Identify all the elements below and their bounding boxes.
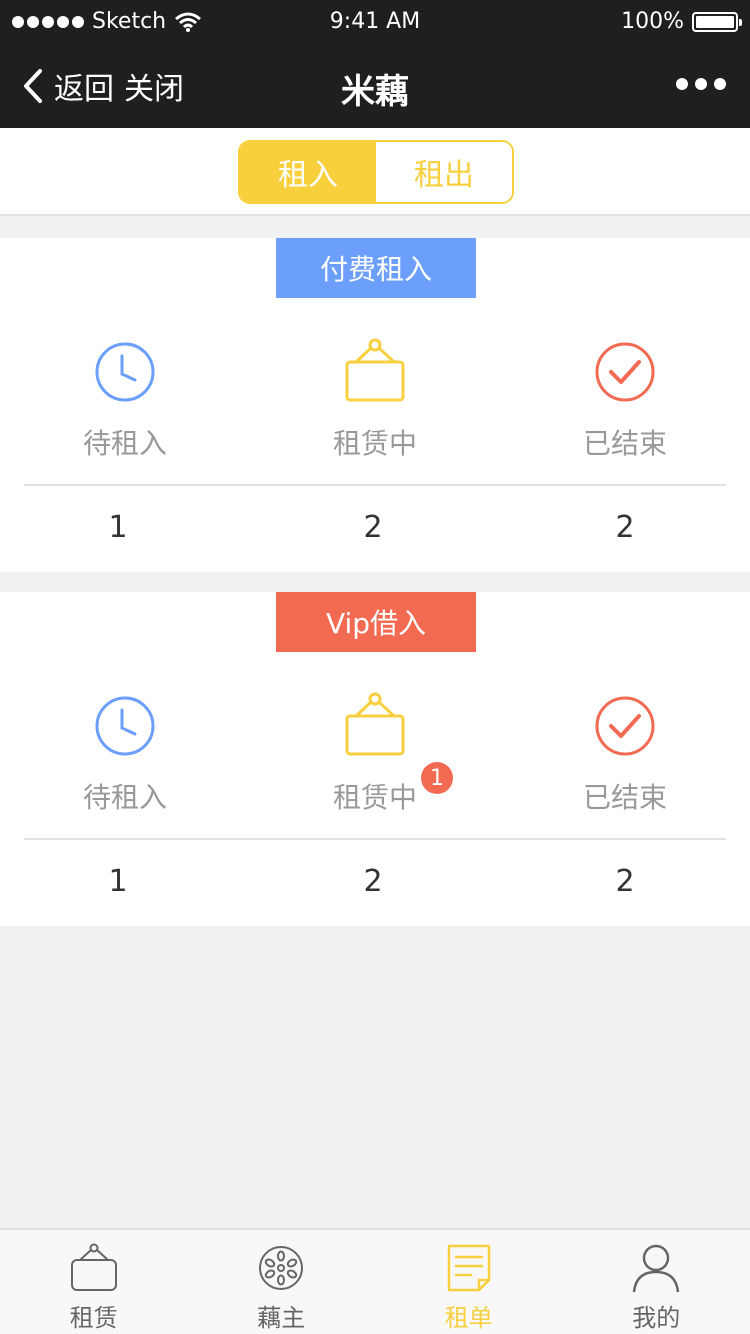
tab-bar: 租赁 藕主 租单 我的 <box>0 1228 750 1334</box>
switch-bar: 租入 租出 <box>0 128 750 216</box>
tab-label: 租赁 <box>69 1304 118 1332</box>
battery-percent: 100% <box>621 9 684 34</box>
status-renting[interactable]: 租赁中 1 <box>250 690 500 816</box>
check-circle-icon <box>595 696 655 756</box>
tab-owner[interactable]: 藕主 <box>188 1230 376 1334</box>
section-paid-rent: 付费租入 待租入 租赁中 已结束 1 2 2 <box>0 238 750 572</box>
tab-label: 藕主 <box>257 1304 306 1332</box>
count-finished: 2 <box>615 864 635 899</box>
battery-icon <box>692 11 742 32</box>
tab-me[interactable]: 我的 <box>563 1230 750 1334</box>
tab-rent[interactable]: 租赁 <box>0 1230 188 1334</box>
status-label-text: 租赁中 <box>332 781 417 814</box>
count-finished: 2 <box>615 510 635 545</box>
status-label: 租赁中 <box>332 427 417 460</box>
status-label: 租赁中 1 <box>332 762 453 816</box>
count-pending: 1 <box>108 510 128 545</box>
tab-label: 租单 <box>444 1304 493 1332</box>
status-pending[interactable]: 待租入 <box>0 690 250 816</box>
tab-rent-in[interactable]: 租入 <box>240 142 376 202</box>
status-finished[interactable]: 已结束 <box>500 690 750 816</box>
order-list-icon <box>447 1244 490 1292</box>
page-title: 米藕 <box>341 72 409 112</box>
lotus-root-icon <box>259 1246 304 1290</box>
clock-icon <box>95 696 155 756</box>
status-label: 已结束 <box>582 427 667 460</box>
status-bar: Sketch 9:41 AM 100% <box>0 0 750 44</box>
section-tag: 付费租入 <box>276 238 476 298</box>
tab-label: 我的 <box>632 1304 681 1332</box>
top-bar: Sketch 9:41 AM 100% 返回 关闭 米藕 <box>0 0 750 128</box>
hanging-sign-icon <box>70 1243 117 1291</box>
divider <box>24 484 726 486</box>
section-tag: Vip借入 <box>276 592 476 652</box>
status-renting[interactable]: 租赁中 <box>250 336 500 462</box>
status-pending[interactable]: 待租入 <box>0 336 250 462</box>
status-finished[interactable]: 已结束 <box>500 336 750 462</box>
count-renting: 2 <box>363 510 383 545</box>
status-label: 已结束 <box>582 781 667 814</box>
nav-bar: 返回 关闭 米藕 <box>0 44 750 128</box>
rent-switch: 租入 租出 <box>238 140 514 204</box>
notification-badge: 1 <box>421 762 453 794</box>
tab-rent-out[interactable]: 租出 <box>376 142 512 202</box>
hanging-sign-icon <box>345 338 405 402</box>
divider <box>24 838 726 840</box>
user-icon <box>633 1244 680 1293</box>
status-label: 待租入 <box>82 781 167 814</box>
tab-orders[interactable]: 租单 <box>375 1230 563 1334</box>
clock-icon <box>95 342 155 402</box>
section-vip-borrow: Vip借入 待租入 租赁中 1 已结束 1 2 2 <box>0 592 750 926</box>
check-circle-icon <box>595 342 655 402</box>
hanging-sign-icon <box>345 692 405 756</box>
status-label: 待租入 <box>82 427 167 460</box>
count-renting: 2 <box>363 864 383 899</box>
more-icon[interactable] <box>676 78 726 90</box>
count-pending: 1 <box>108 864 128 899</box>
